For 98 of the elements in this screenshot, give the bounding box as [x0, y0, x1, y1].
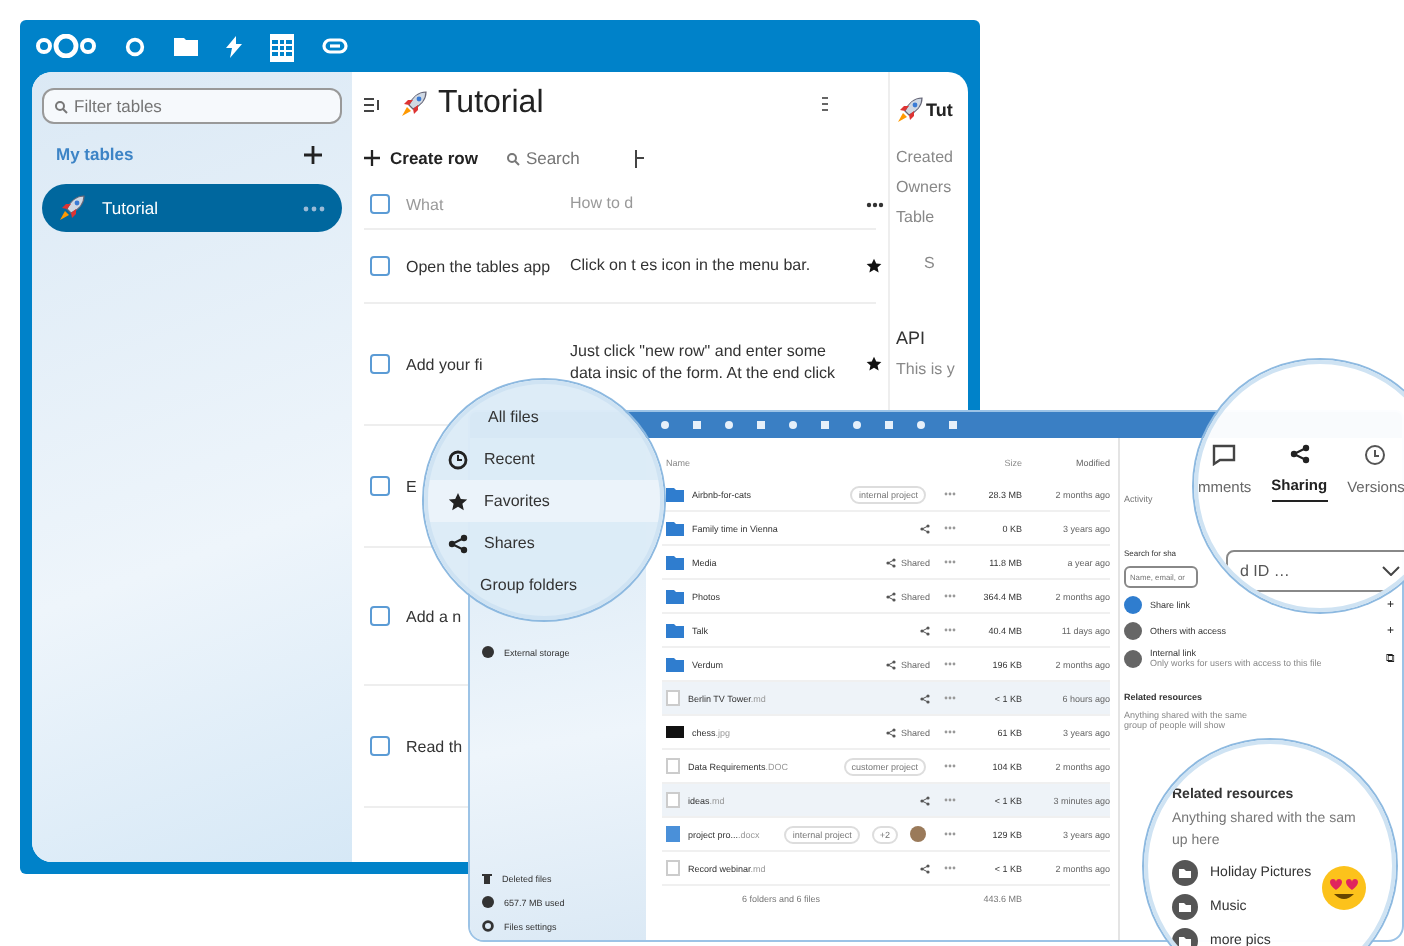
nav-item[interactable]: All files [428, 396, 660, 438]
text-file-icon [666, 690, 680, 706]
storage-icon [482, 896, 494, 908]
search-icon [54, 100, 68, 114]
star-icon [448, 491, 468, 511]
rocket-icon [58, 194, 86, 222]
app-icon[interactable] [916, 420, 926, 430]
storage-icon [482, 646, 494, 658]
table-cell-text: Just click "new row" and enter some data insic of the form. At the end click [570, 342, 838, 386]
share-icon [1289, 444, 1310, 464]
app-nav-tab[interactable] [226, 31, 242, 61]
chevron-down-icon [1382, 566, 1400, 576]
share-status[interactable] [920, 693, 930, 703]
folder-icon [1172, 860, 1198, 886]
clock-icon [448, 449, 468, 469]
share-status[interactable] [920, 795, 930, 805]
nav-item[interactable]: Shares [428, 522, 660, 564]
table-cell-text: E [406, 477, 419, 495]
star-icon [866, 258, 882, 274]
share-icon [886, 727, 897, 737]
plus-icon [364, 150, 380, 166]
details-title: Tut [926, 100, 953, 120]
lightning-icon[interactable] [226, 35, 242, 57]
share-search-field[interactable]: d ID … [1226, 550, 1404, 592]
text-file-icon [666, 860, 680, 876]
app-icon[interactable] [948, 420, 958, 430]
detail-label: Owners [896, 178, 954, 196]
filter-icon[interactable] [633, 149, 644, 167]
app-icon[interactable] [692, 420, 702, 430]
table-cell-text: Add your fi [406, 355, 485, 373]
table-cell-text: Open the tables app [406, 257, 553, 275]
search-field[interactable]: Search [525, 148, 598, 168]
share-icon [886, 557, 897, 567]
folder-icon [666, 521, 684, 535]
folder-icon [666, 555, 684, 569]
share-status[interactable] [920, 625, 930, 635]
select-all-checkbox[interactable] [370, 194, 390, 214]
share-icon [886, 659, 897, 669]
share-icon [886, 591, 897, 601]
add-icon[interactable] [304, 145, 322, 163]
nav-item[interactable]: Favorites [428, 480, 660, 522]
app-icon[interactable] [820, 420, 830, 430]
nav-item[interactable]: Group folders [428, 564, 660, 606]
text-file-icon [666, 758, 680, 774]
logo-icon [36, 34, 96, 58]
share-icon [920, 693, 930, 703]
trash-icon [482, 872, 492, 884]
document-icon [666, 826, 680, 842]
filter-field[interactable]: Filter tables [42, 88, 342, 124]
drag-handle-icon[interactable] [821, 96, 828, 112]
heart-eyes-emoji-icon [1320, 864, 1368, 912]
detail-label: Table [896, 208, 937, 226]
section-heading: My tables [56, 144, 134, 164]
more-icon[interactable] [866, 201, 884, 207]
share-icon [448, 533, 468, 553]
folder-icon [666, 487, 684, 501]
image-thumbnail [666, 726, 684, 738]
folder-icon [666, 589, 684, 603]
settings-icon [482, 920, 494, 932]
share-status[interactable] [920, 523, 930, 533]
app-icon[interactable] [724, 420, 734, 430]
table-cell-text: Read th [406, 737, 465, 755]
app-icon[interactable] [660, 420, 670, 430]
table-cell-text: Click on t es icon in the menu bar. [570, 255, 813, 277]
share-icon [920, 625, 930, 635]
detail-label: Created [896, 148, 955, 166]
text-file-icon [666, 792, 680, 808]
row-checkbox[interactable] [370, 476, 390, 496]
page-title: Tutorial [438, 86, 544, 122]
share-icon [920, 795, 930, 805]
row-checkbox[interactable] [370, 736, 390, 756]
share-icon [920, 523, 930, 533]
nav-item[interactable]: Recent [428, 438, 660, 480]
folder-icon [1172, 894, 1198, 920]
star-icon [866, 356, 882, 372]
sidebar-item[interactable]: Tutorial [42, 184, 342, 232]
share-status[interactable] [920, 863, 930, 873]
create-row-button[interactable]: Create row [364, 148, 478, 168]
rocket-icon [896, 96, 924, 124]
row-checkbox[interactable] [370, 256, 390, 276]
folder-icon [666, 623, 684, 637]
row-checkbox[interactable] [370, 606, 390, 626]
history-icon [1364, 444, 1387, 466]
api-description: This is y [896, 360, 957, 378]
app-icon[interactable] [756, 420, 766, 430]
details-section-label: S [924, 254, 937, 272]
row-checkbox[interactable] [370, 354, 390, 374]
share-icon [920, 863, 930, 873]
app-icon[interactable] [884, 420, 894, 430]
rocket-icon [400, 90, 428, 118]
search-icon [505, 151, 520, 165]
folder-icon [666, 657, 684, 671]
sidebar-toggle-icon[interactable] [364, 97, 382, 111]
table-cell-text: Add a n [406, 607, 464, 625]
comment-icon [1212, 444, 1237, 466]
app-icon[interactable] [788, 420, 798, 430]
app-icon[interactable] [852, 420, 862, 430]
api-heading: API [896, 328, 928, 348]
